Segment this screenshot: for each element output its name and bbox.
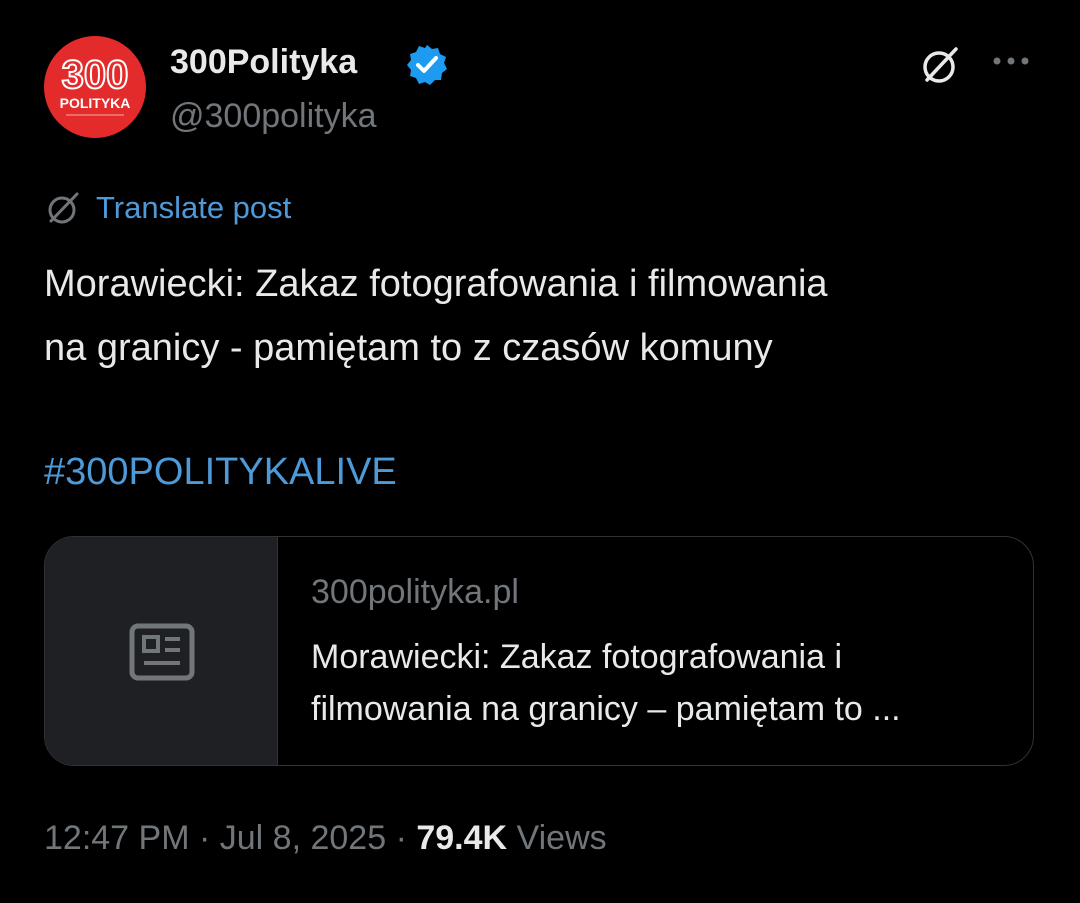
translate-post-label: Translate post [96,190,292,225]
views-label: Views [516,819,607,857]
link-card-title-line: Morawiecki: Zakaz fotografowania i [311,638,843,676]
meta-separator: · [395,819,407,857]
link-preview-card[interactable]: 300polityka.pl Morawiecki: Zakaz fotogra… [44,536,1034,766]
link-card-domain: 300polityka.pl [311,573,519,611]
meta-separator: · [198,819,211,857]
grok-translate-icon [44,188,84,228]
avatar-number: 300 [62,53,129,97]
newspaper-icon [129,623,195,681]
link-card-thumbnail [45,537,278,765]
post-date[interactable]: Jul 8, 2025 [220,819,386,857]
post-time[interactable]: 12:47 PM [44,819,190,857]
views-count[interactable]: 79.4K [416,819,507,857]
post-text-line: Morawiecki: Zakaz fotografowania i filmo… [44,263,828,305]
post-text: Morawiecki: Zakaz fotografowania i filmo… [44,252,1034,380]
author-handle[interactable]: @300polityka [170,94,377,138]
post-meta: 12:47 PM · Jul 8, 2025 · 79.4K Views [44,814,607,862]
author-display-name[interactable]: 300Polityka [170,40,357,84]
translate-post-button[interactable]: Translate post [44,186,291,230]
more-options-icon[interactable] [990,50,1032,72]
avatar-word: POLITYKA [60,95,131,111]
link-card-title: Morawiecki: Zakaz fotografowania i filmo… [311,631,1011,735]
verified-badge-icon [404,42,450,88]
link-card-title-line: filmowania na granicy – pamiętam to ... [311,690,901,728]
post-text-line: na granicy - pamiętam to z czasów komuny [44,327,773,369]
avatar[interactable]: 300 POLITYKA [44,36,146,138]
grok-icon[interactable] [918,42,964,88]
hashtag-link[interactable]: #300POLITYKALIVE [44,444,397,500]
